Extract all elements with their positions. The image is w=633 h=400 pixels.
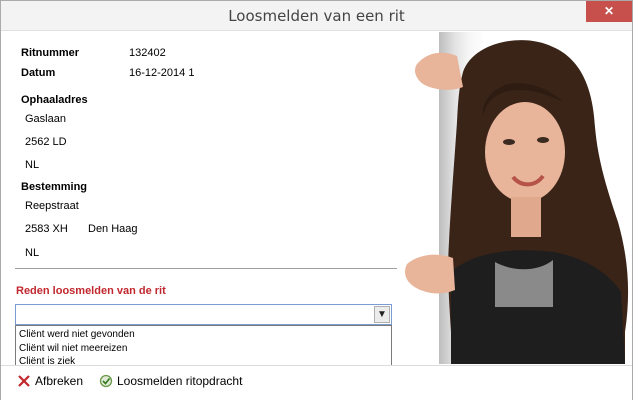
- section-divider: [15, 268, 397, 270]
- ritnummer-value: 132402: [129, 47, 166, 59]
- destination-heading: Bestemming: [21, 181, 88, 193]
- datum-value: 16-12-2014 1: [129, 67, 195, 79]
- pickup-postcode: 2562 LD: [25, 136, 67, 148]
- destination-city: Den Haag: [88, 223, 138, 235]
- cross-icon: [18, 375, 30, 387]
- dialog-window: Loosmelden van een rit ✕ Ritnummer 13240…: [0, 0, 633, 400]
- chevron-down-icon[interactable]: ▼: [374, 306, 390, 323]
- reason-option-not-found[interactable]: Cliënt werd niet gevonden: [16, 328, 391, 342]
- reason-option-refuses[interactable]: Cliënt wil niet meereizen: [16, 342, 391, 356]
- reason-select[interactable]: ▼: [15, 304, 392, 325]
- footer-toolbar: Afbreken Loosmelden ritopdracht: [1, 365, 632, 400]
- reason-dropdown-list: Cliënt werd niet gevonden Cliënt wil nie…: [15, 325, 392, 370]
- confirm-label: Loosmelden ritopdracht: [117, 374, 243, 388]
- cancel-button[interactable]: Afbreken: [17, 372, 83, 390]
- person-illustration: [405, 40, 629, 364]
- refresh-check-icon: [99, 374, 113, 388]
- destination-country: NL: [25, 247, 40, 259]
- destination-street: Reepstraat: [25, 200, 79, 212]
- title-bar: Loosmelden van een rit ✕: [1, 1, 632, 31]
- datum-label: Datum: [21, 67, 56, 79]
- pickup-country: NL: [25, 159, 40, 171]
- cancel-label: Afbreken: [35, 374, 84, 388]
- close-button[interactable]: ✕: [586, 1, 632, 22]
- ritnummer-label: Ritnummer: [21, 47, 80, 59]
- pickup-heading: Ophaaladres: [21, 94, 88, 106]
- reason-label: Reden loosmelden van de rit: [16, 285, 166, 297]
- illustration-photo: [403, 32, 633, 364]
- pickup-street: Gaslaan: [25, 113, 66, 125]
- window-title: Loosmelden van een rit: [228, 7, 405, 25]
- confirm-button[interactable]: Loosmelden ritopdracht: [99, 372, 242, 390]
- destination-postcode: 2583 XH: [25, 223, 68, 235]
